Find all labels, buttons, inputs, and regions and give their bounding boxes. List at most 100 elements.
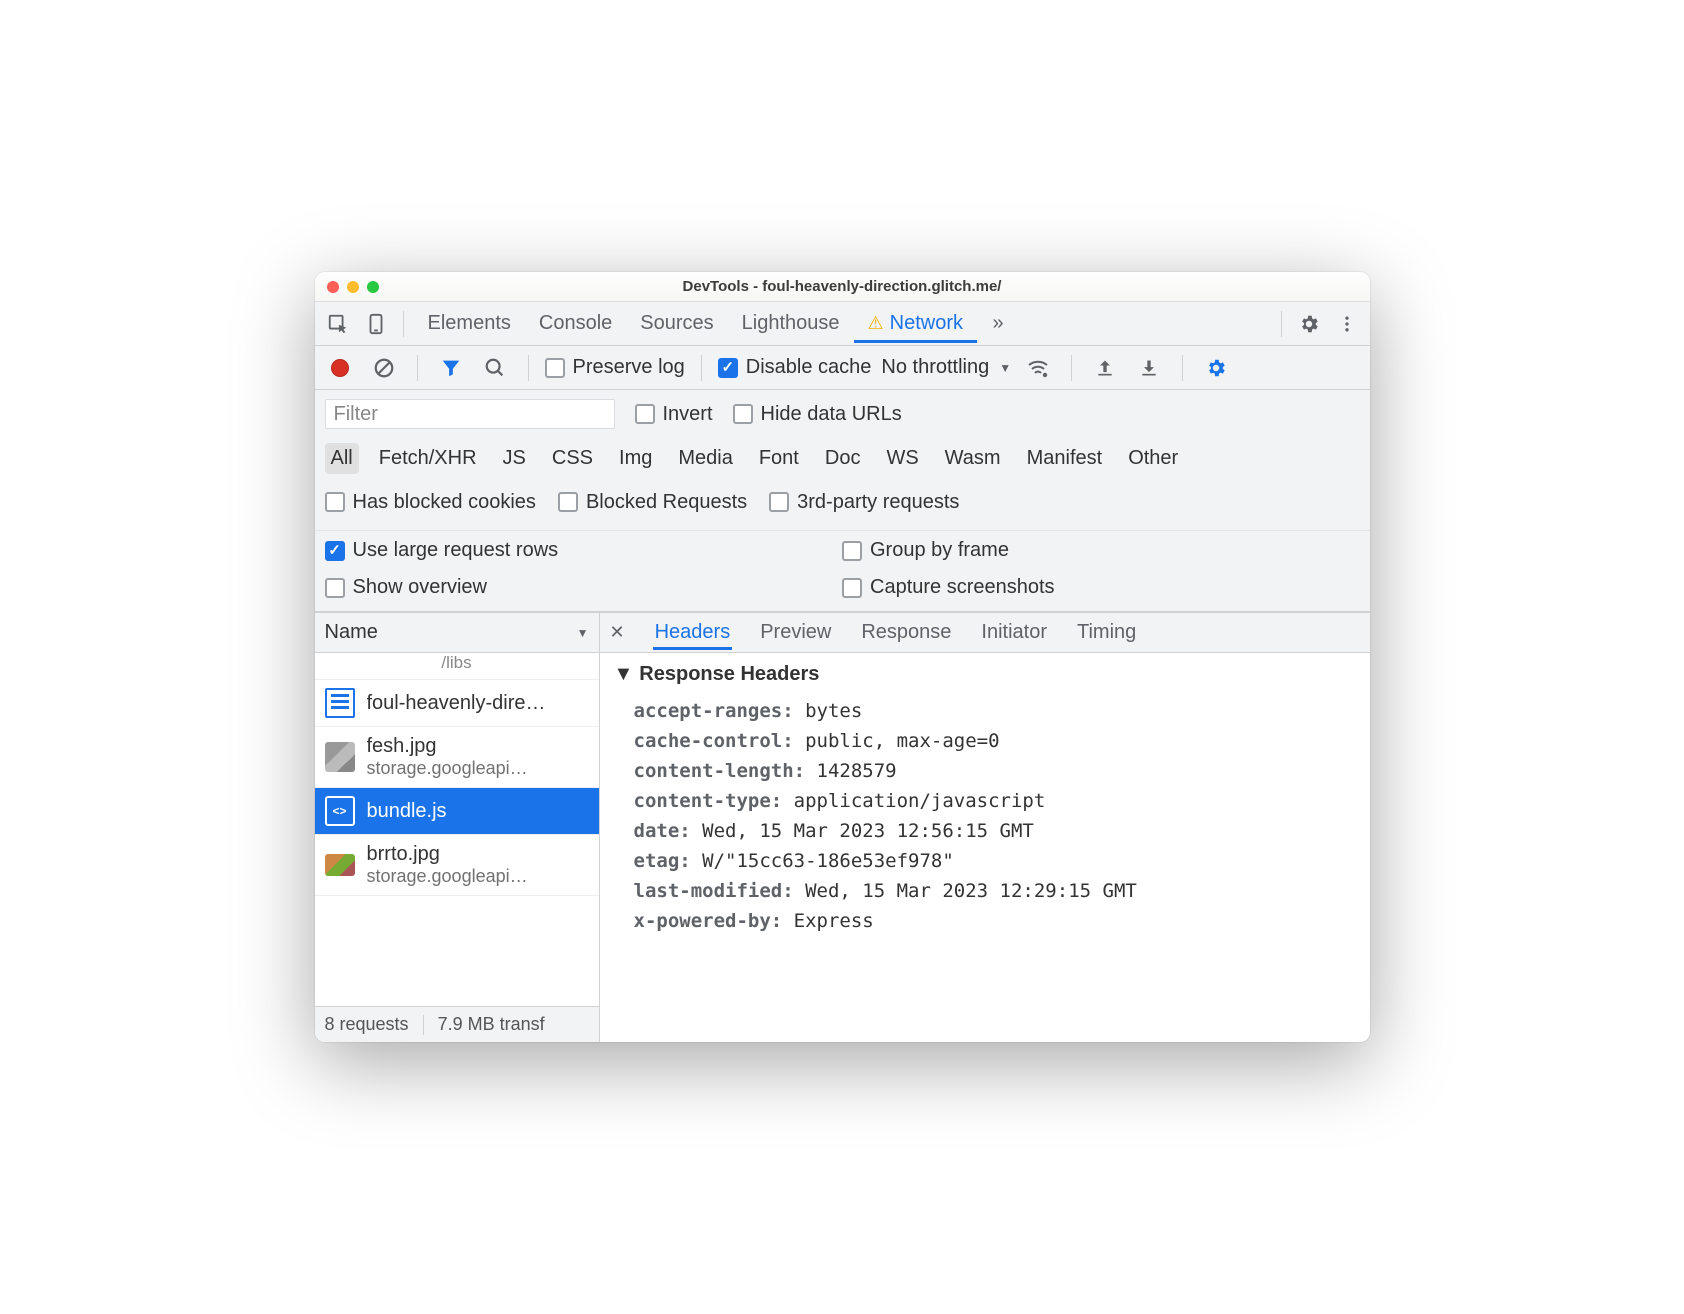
throttling-select[interactable]: No throttling ▼ — [881, 356, 1011, 379]
filter-chip-img[interactable]: Img — [613, 443, 658, 474]
request-row[interactable]: fesh.jpgstorage.googleapi… — [315, 727, 599, 788]
divider — [403, 311, 404, 337]
response-header-row: date: Wed, 15 Mar 2023 12:56:15 GMT — [614, 816, 1356, 846]
header-key: content-length: — [634, 760, 817, 782]
request-name: foul-heavenly-dire… — [367, 692, 546, 715]
inspect-element-icon[interactable] — [321, 307, 355, 341]
script-icon: <> — [325, 796, 355, 826]
header-value: Wed, 15 Mar 2023 12:56:15 GMT — [702, 820, 1034, 842]
main-tab-sources[interactable]: Sources — [626, 304, 727, 343]
preserve-log-checkbox[interactable]: Preserve log — [545, 356, 685, 379]
request-name: brrto.jpg — [367, 843, 528, 866]
invert-checkbox[interactable]: Invert — [635, 403, 713, 426]
filter-chip-doc[interactable]: Doc — [819, 443, 867, 474]
invert-label: Invert — [663, 403, 713, 426]
response-header-row: content-type: application/javascript — [614, 786, 1356, 816]
divider — [701, 355, 702, 381]
image-thumb-icon — [325, 742, 355, 772]
has-blocked-cookies-label: Has blocked cookies — [353, 491, 536, 514]
clear-icon[interactable] — [367, 351, 401, 385]
network-settings: Use large request rows Group by frame Sh… — [315, 531, 1370, 612]
header-value: 1428579 — [817, 760, 897, 782]
header-key: date: — [634, 820, 703, 842]
detail-tab-preview[interactable]: Preview — [758, 615, 833, 650]
filter-placeholder: Filter — [334, 403, 378, 426]
tab-label: Sources — [640, 312, 713, 334]
filter-chip-all[interactable]: All — [325, 443, 359, 474]
response-header-row: last-modified: Wed, 15 Mar 2023 12:29:15… — [614, 876, 1356, 906]
preserve-log-label: Preserve log — [573, 356, 685, 379]
filter-chip-media[interactable]: Media — [672, 443, 738, 474]
network-settings-gear-icon[interactable] — [1199, 351, 1233, 385]
request-row[interactable]: foul-heavenly-dire… — [315, 680, 599, 727]
header-key: last-modified: — [634, 880, 806, 902]
more-tabs-icon[interactable]: » — [981, 307, 1015, 341]
use-large-rows-checkbox[interactable]: Use large request rows — [325, 539, 843, 562]
blocked-requests-checkbox[interactable]: Blocked Requests — [558, 491, 747, 514]
filter-icon[interactable] — [434, 351, 468, 385]
network-conditions-icon[interactable] — [1021, 351, 1055, 385]
group-by-frame-checkbox[interactable]: Group by frame — [842, 539, 1360, 562]
response-headers-section[interactable]: ▼ Response Headers — [614, 663, 1356, 686]
request-name: fesh.jpg — [367, 735, 528, 758]
detail-tab-initiator[interactable]: Initiator — [979, 615, 1049, 650]
request-row[interactable]: brrto.jpgstorage.googleapi… — [315, 835, 599, 896]
filter-input[interactable]: Filter — [325, 399, 615, 429]
header-value: Express — [794, 910, 874, 932]
third-party-checkbox[interactable]: 3rd-party requests — [769, 491, 959, 514]
show-overview-checkbox[interactable]: Show overview — [325, 576, 843, 599]
divider — [1281, 311, 1282, 337]
upload-har-icon[interactable] — [1088, 351, 1122, 385]
detail-tab-timing[interactable]: Timing — [1075, 615, 1138, 650]
split-panes: Name ▼ /libs foul-heavenly-dire… fesh.jpg… — [315, 612, 1370, 1042]
header-value: bytes — [805, 700, 862, 722]
filter-chip-wasm[interactable]: Wasm — [939, 443, 1007, 474]
network-toolbar: Preserve log Disable cache No throttling… — [315, 346, 1370, 390]
kebab-menu-icon[interactable] — [1330, 307, 1364, 341]
device-toolbar-icon[interactable] — [359, 307, 393, 341]
prev-request-row[interactable]: /libs — [315, 653, 599, 680]
third-party-label: 3rd-party requests — [797, 491, 959, 514]
detail-tab-headers[interactable]: Headers — [653, 615, 733, 650]
request-row[interactable]: <>bundle.js — [315, 788, 599, 835]
tab-label: Network — [890, 312, 963, 334]
capture-screenshots-checkbox[interactable]: Capture screenshots — [842, 576, 1360, 599]
detail-tab-response[interactable]: Response — [859, 615, 953, 650]
prev-request-label: /libs — [441, 653, 471, 673]
main-tab-network[interactable]: ⚠Network — [854, 304, 978, 343]
divider — [1182, 355, 1183, 381]
main-tab-console[interactable]: Console — [525, 304, 626, 343]
tab-label: Elements — [428, 312, 511, 334]
devtools-window: DevTools - foul-heavenly-direction.glitc… — [315, 272, 1370, 1042]
response-header-row: content-length: 1428579 — [614, 756, 1356, 786]
name-column-header[interactable]: Name ▼ — [315, 613, 599, 653]
main-tab-elements[interactable]: Elements — [414, 304, 525, 343]
use-large-rows-label: Use large request rows — [353, 539, 559, 562]
hide-data-urls-checkbox[interactable]: Hide data URLs — [733, 403, 902, 426]
filter-chip-fetchxhr[interactable]: Fetch/XHR — [373, 443, 483, 474]
search-icon[interactable] — [478, 351, 512, 385]
detail-pane: ✕ HeadersPreviewResponseInitiatorTiming … — [600, 613, 1370, 1042]
divider — [417, 355, 418, 381]
filter-chip-manifest[interactable]: Manifest — [1021, 443, 1109, 474]
filter-chip-ws[interactable]: WS — [880, 443, 924, 474]
has-blocked-cookies-checkbox[interactable]: Has blocked cookies — [325, 491, 536, 514]
download-har-icon[interactable] — [1132, 351, 1166, 385]
header-value: application/javascript — [794, 790, 1046, 812]
close-detail-icon[interactable]: ✕ — [610, 622, 625, 643]
filter-chip-css[interactable]: CSS — [546, 443, 599, 474]
settings-gear-icon[interactable] — [1292, 307, 1326, 341]
record-button[interactable] — [323, 351, 357, 385]
disable-cache-checkbox[interactable]: Disable cache — [718, 356, 872, 379]
show-overview-label: Show overview — [353, 576, 488, 599]
status-bar: 8 requests 7.9 MB transf — [315, 1006, 599, 1042]
filter-chip-js[interactable]: JS — [497, 443, 532, 474]
main-tab-lighthouse[interactable]: Lighthouse — [728, 304, 854, 343]
transfer-size: 7.9 MB transf — [438, 1014, 545, 1035]
request-origin: storage.googleapi… — [367, 866, 528, 887]
name-column-label: Name — [325, 621, 378, 644]
filter-chip-font[interactable]: Font — [753, 443, 805, 474]
header-value: public, max-age=0 — [805, 730, 999, 752]
filter-chip-other[interactable]: Other — [1122, 443, 1184, 474]
section-title: Response Headers — [639, 663, 819, 686]
